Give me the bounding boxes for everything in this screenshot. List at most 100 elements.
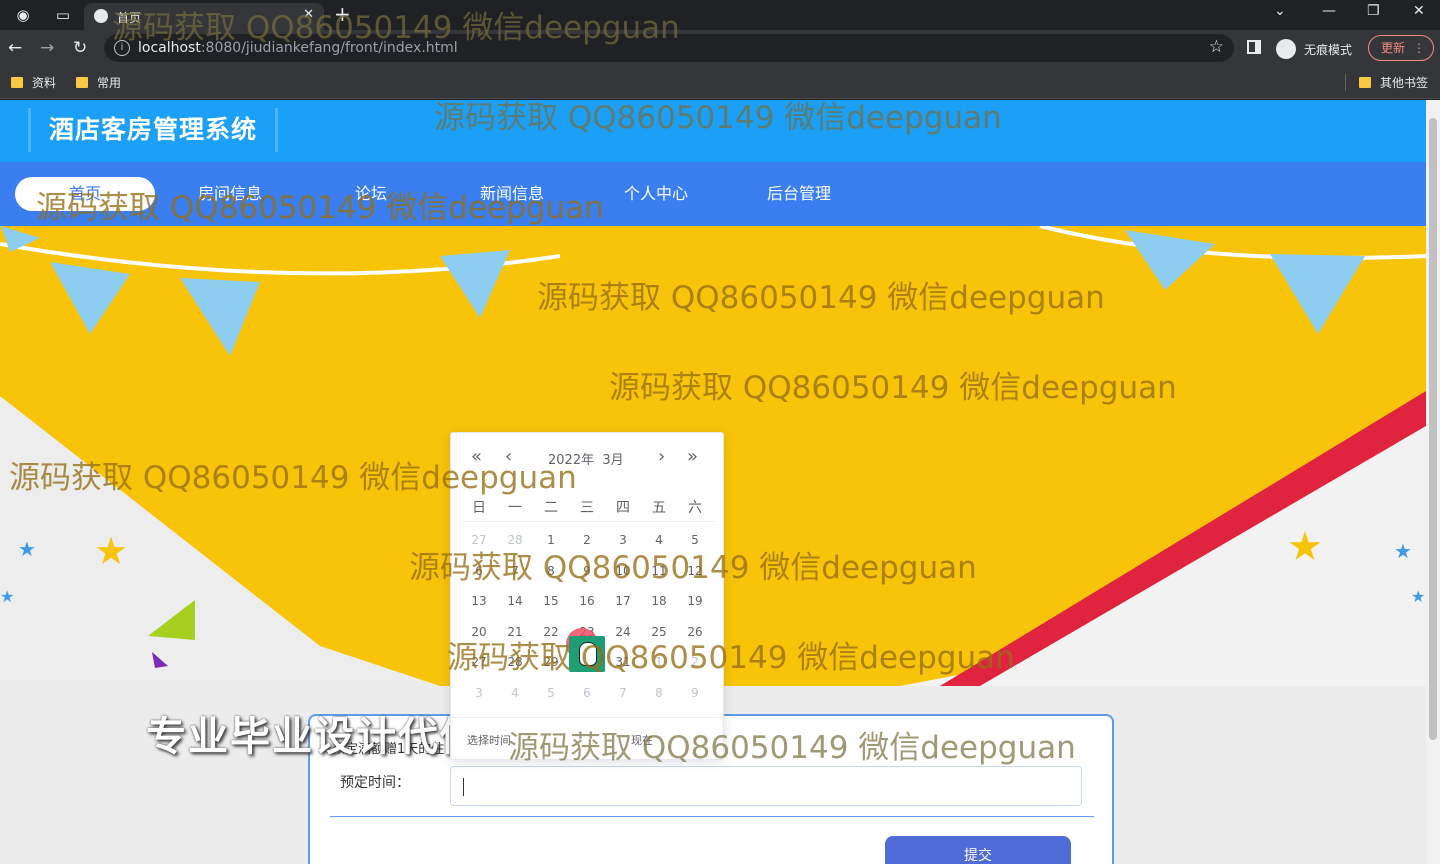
site-nav: 首页 房间信息 论坛 新闻信息 个人中心 后台管理 [0, 162, 1426, 226]
date-cell[interactable]: 25 [641, 617, 677, 648]
nav-admin[interactable]: 后台管理 [729, 177, 869, 211]
back-icon[interactable]: ← [8, 38, 22, 58]
date-cell[interactable]: 4 [497, 678, 533, 709]
bookmark-folder-other[interactable]: 其他书签 [1359, 74, 1428, 91]
reload-icon[interactable]: ↻ [73, 38, 87, 58]
tab-favicon-icon [94, 9, 108, 23]
bookmarks-bar: 资料 常用 其他书签 [0, 66, 1440, 99]
date-cell[interactable]: 13 [461, 586, 497, 617]
date-cell[interactable]: 9 [677, 678, 713, 709]
weekday-label: 一 [508, 500, 522, 516]
date-cell[interactable]: 24 [605, 617, 641, 648]
date-cell[interactable]: 8 [533, 556, 569, 587]
window-close-icon[interactable]: ✕ [1413, 3, 1425, 19]
year-label[interactable]: 2022年 [548, 453, 594, 468]
year-month-label[interactable]: 2022年 3月 [548, 449, 624, 468]
bookmark-folder-ziliao[interactable]: 资料 [11, 74, 56, 91]
bookmark-star-icon[interactable]: ☆ [1209, 37, 1224, 57]
date-cell[interactable]: 9 [569, 556, 605, 587]
incognito-icon[interactable] [1276, 39, 1296, 59]
date-input[interactable] [450, 766, 1082, 806]
page-scrollbar[interactable] [1426, 100, 1440, 864]
date-cell[interactable]: 16 [569, 586, 605, 617]
tab-title: 首页 [117, 11, 142, 25]
side-panel-icon[interactable] [1247, 40, 1261, 54]
prev-year-icon[interactable]: « [471, 447, 482, 467]
date-cell[interactable]: 5 [533, 678, 569, 709]
date-cell[interactable]: 4 [641, 525, 677, 556]
nav-forum[interactable]: 论坛 [301, 177, 441, 211]
date-cell[interactable]: 18 [641, 586, 677, 617]
menu-dots-icon[interactable]: ⋮ [1413, 36, 1425, 60]
weekday-label: 二 [544, 500, 558, 516]
weekday-label: 六 [688, 500, 702, 516]
date-cell[interactable]: 26 [677, 617, 713, 648]
date-cell[interactable]: 19 [677, 586, 713, 617]
bookmark-folder-changyong[interactable]: 常用 [76, 74, 121, 91]
submit-button[interactable]: 提交 [885, 836, 1071, 864]
date-cell[interactable]: 27 [461, 647, 497, 678]
web-page: 酒店客房管理系统 首页 房间信息 论坛 新闻信息 个人中心 后台管理 ★ ★ ★ [0, 100, 1426, 864]
tab-search-icon[interactable]: ⌄ [1274, 3, 1286, 19]
update-button[interactable]: 更新 ⋮ [1368, 35, 1434, 61]
tab-close-icon[interactable]: ✕ [303, 7, 314, 22]
nav-home[interactable]: 首页 [15, 177, 155, 211]
chrome-globe-icon[interactable]: ◉ [12, 4, 34, 26]
weekday-label: 三 [580, 500, 594, 516]
date-cell[interactable]: 15 [533, 586, 569, 617]
bookmark-separator [1345, 74, 1346, 91]
date-cell[interactable]: 20 [461, 617, 497, 648]
date-cell[interactable]: 2 [569, 525, 605, 556]
date-row: 6 7 8 9 10 11 12 [461, 556, 715, 587]
prev-month-icon[interactable]: ‹ [505, 447, 512, 467]
weekday-label: 四 [616, 500, 630, 516]
date-cell[interactable]: 7 [605, 678, 641, 709]
date-cell[interactable]: 12 [677, 556, 713, 587]
date-cell[interactable]: 5 [677, 525, 713, 556]
date-cell[interactable]: 27 [461, 525, 497, 556]
date-cell[interactable]: 3 [461, 678, 497, 709]
date-label: 预定时间： [340, 775, 410, 791]
date-cell[interactable]: 8 [641, 678, 677, 709]
date-cell[interactable]: 1 [533, 525, 569, 556]
restore-icon[interactable]: ❐ [1367, 3, 1380, 19]
date-cell[interactable]: 3 [605, 525, 641, 556]
address-bar[interactable]: i localhost:8080/jiudiankefang/front/ind… [104, 34, 1234, 62]
select-time-link[interactable]: 选择时间 [467, 732, 511, 748]
date-cell[interactable]: 17 [605, 586, 641, 617]
site-info-icon[interactable]: i [114, 40, 130, 56]
forward-icon[interactable]: → [40, 38, 54, 58]
tab-overview-icon[interactable]: ▭ [52, 4, 74, 26]
date-cell[interactable]: 2 [677, 647, 713, 678]
date-cell[interactable]: 28 [497, 525, 533, 556]
date-cell[interactable]: 11 [641, 556, 677, 587]
date-cell[interactable]: 14 [497, 586, 533, 617]
date-cell[interactable]: 22 [533, 617, 569, 648]
date-cell[interactable]: 6 [569, 678, 605, 709]
weekday-label: 五 [652, 500, 666, 516]
date-cell[interactable]: 7 [497, 556, 533, 587]
nav-news[interactable]: 新闻信息 [442, 177, 582, 211]
browser-tab-active[interactable]: 首页 ✕ [84, 3, 324, 30]
incognito-label: 无痕模式 [1304, 43, 1353, 57]
new-tab-button[interactable]: + [334, 3, 351, 25]
nav-personal-center[interactable]: 个人中心 [586, 177, 726, 211]
date-cell[interactable]: 1 [641, 647, 677, 678]
next-month-icon[interactable]: › [658, 447, 665, 467]
date-cell[interactable]: 28 [497, 647, 533, 678]
svg-text:★: ★ [1394, 539, 1412, 563]
url-path: :8080/jiudiankefang/front/index.html [200, 40, 458, 56]
date-cell[interactable]: 31 [605, 647, 641, 678]
minimize-icon[interactable]: — [1322, 3, 1336, 19]
date-cell[interactable]: 21 [497, 617, 533, 648]
date-cell[interactable]: 6 [461, 556, 497, 587]
date-cell[interactable]: 29 [533, 647, 569, 678]
date-row: 27 28 1 2 3 4 5 [461, 525, 715, 556]
now-button[interactable]: 现在 [631, 732, 653, 748]
month-label[interactable]: 3月 [602, 453, 623, 468]
scrollbar-thumb[interactable] [1429, 118, 1437, 740]
svg-text:★: ★ [0, 587, 14, 606]
date-cell[interactable]: 10 [605, 556, 641, 587]
nav-rooms[interactable]: 房间信息 [160, 177, 300, 211]
next-year-icon[interactable]: » [687, 447, 698, 467]
